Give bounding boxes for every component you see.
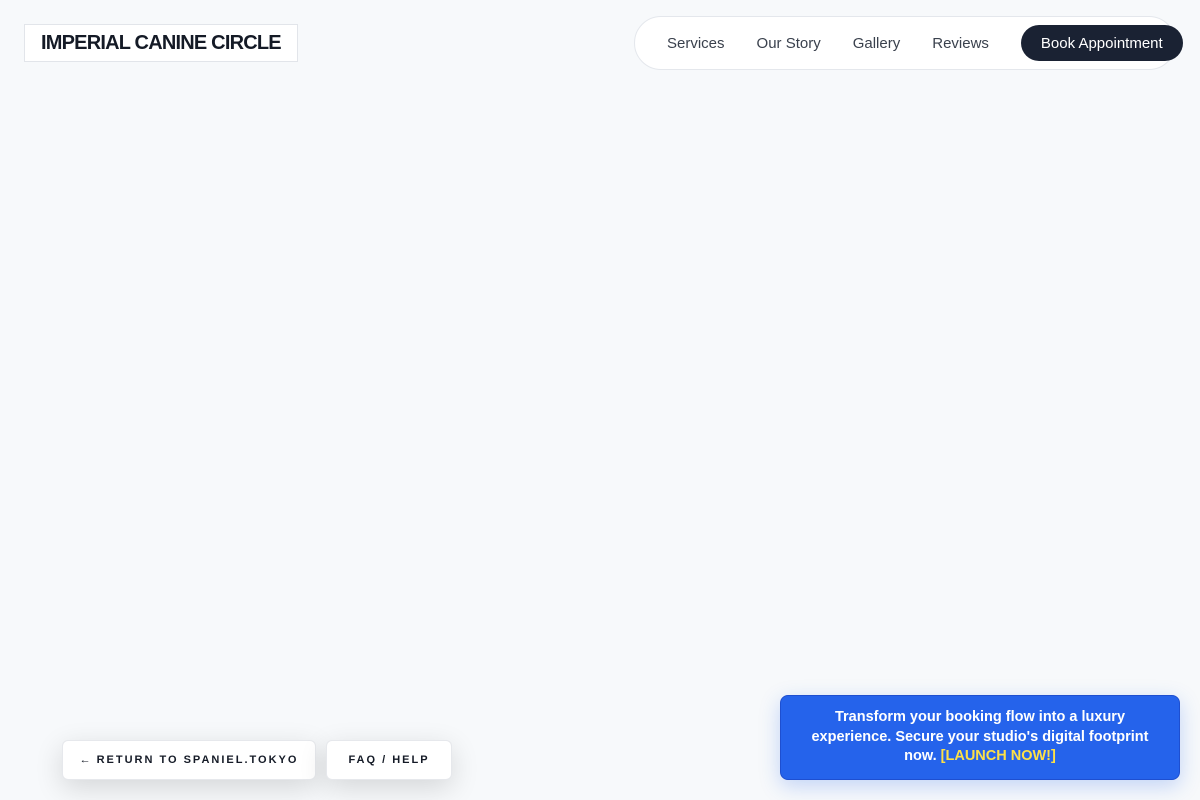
arrow-left-icon: ← <box>79 754 91 766</box>
page: IMPERIAL CANINE CIRCLE Services Our Stor… <box>0 0 1200 800</box>
promo-text: Transform your booking flow into a luxur… <box>811 708 1149 767</box>
brand-name: IMPERIAL CANINE CIRCLE <box>41 31 282 54</box>
main-nav: Services Our Story Gallery Reviews Book … <box>634 16 1183 70</box>
brand-logo[interactable]: IMPERIAL CANINE CIRCLE <box>24 24 298 62</box>
return-button-label: RETURN TO SPANIEL.TOKYO <box>96 754 299 766</box>
nav-link-services[interactable]: Services <box>651 35 741 52</box>
nav-link-gallery[interactable]: Gallery <box>837 35 917 52</box>
launch-now-link[interactable]: [LAUNCH NOW!] <box>941 748 1056 764</box>
return-to-spaniel-tokyo-button[interactable]: ← RETURN TO SPANIEL.TOKYO <box>62 740 316 780</box>
promo-banner: Transform your booking flow into a luxur… <box>780 695 1180 780</box>
book-appointment-button[interactable]: Book Appointment <box>1020 25 1183 61</box>
faq-help-button[interactable]: FAQ / HELP <box>326 740 452 780</box>
nav-link-our-story[interactable]: Our Story <box>741 35 837 52</box>
nav-link-reviews[interactable]: Reviews <box>916 35 1005 52</box>
